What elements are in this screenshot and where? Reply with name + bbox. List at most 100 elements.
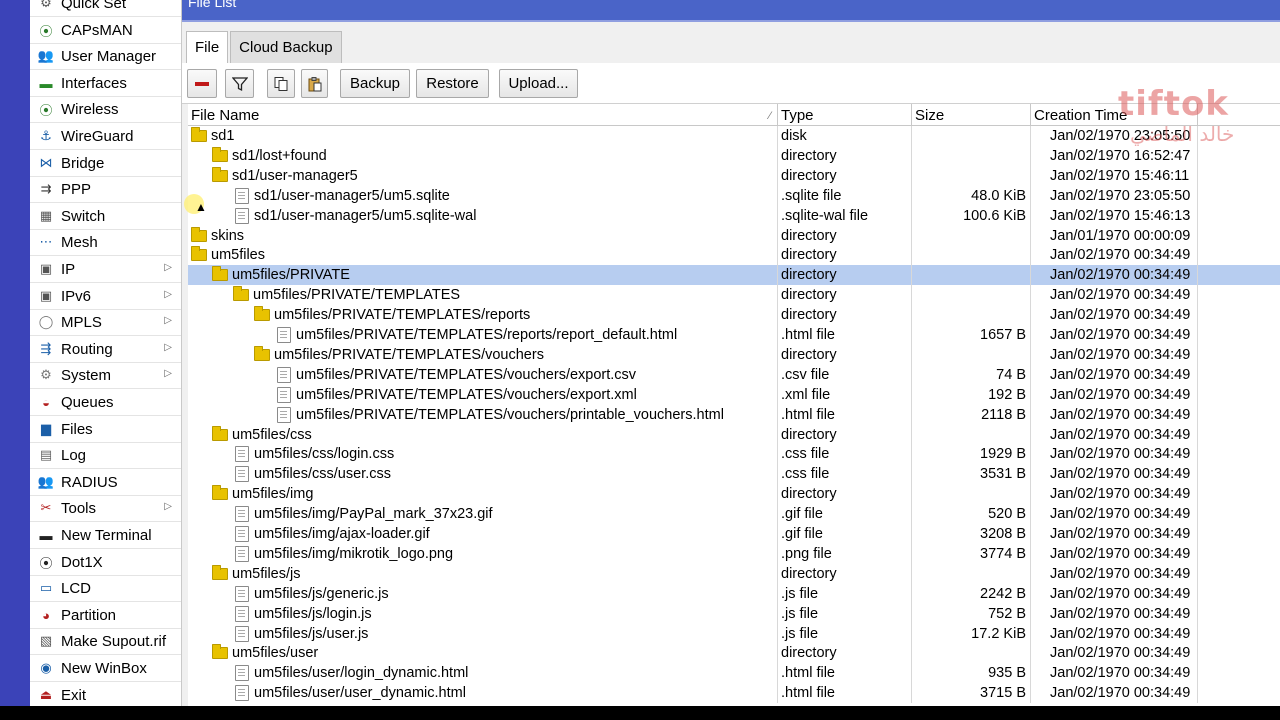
table-row[interactable]: um5files/PRIVATE/TEMPLATES/vouchers/expo… [188, 385, 1280, 405]
table-row[interactable]: sd1/user-manager5 directory Jan/02/1970 15… [188, 166, 1280, 186]
sidebar-item-label: MPLS [61, 313, 102, 331]
table-row[interactable]: um5files/PRIVATE/TEMPLATES/vouchers/prin… [188, 405, 1280, 425]
sidebar-item-mesh[interactable]: ⋯ Mesh [30, 229, 181, 255]
sidebar-item-bridge[interactable]: ⋈ Bridge [30, 150, 181, 176]
table-row[interactable]: um5files/PRIVATE/TEMPLATES/reports/repor… [188, 325, 1280, 345]
tab-cloud-backup[interactable]: Cloud Backup [230, 31, 342, 63]
user-manager-icon: 👥 [37, 48, 55, 63]
table-row[interactable]: sd1 disk Jan/02/1970 23:05:50 [188, 126, 1280, 146]
table-row[interactable]: um5files directory Jan/02/1970 00:34:49 [188, 245, 1280, 265]
cell-file-name: um5files/img/ajax-loader.gif [188, 524, 778, 544]
table-row[interactable]: um5files/js/generic.js .js file 2242 B Jan/… [188, 584, 1280, 604]
sidebar-item-ipv6[interactable]: ▣ IPv6 ▷ [30, 283, 181, 309]
file-name-wrap: um5files/js/generic.js [233, 584, 389, 604]
sidebar-item-tools[interactable]: ✂ Tools ▷ [30, 495, 181, 521]
table-row[interactable]: sd1/user-manager5/um5.sqlite .sqlite file… [188, 186, 1280, 206]
table-row[interactable]: um5files/img/PayPal_mark_37x23.gif .gif f… [188, 504, 1280, 524]
restore-button[interactable]: Restore [416, 69, 489, 98]
column-header-creation-time[interactable]: Creation Time [1031, 104, 1198, 126]
table-row[interactable]: sd1/lost+found directory Jan/02/1970 16:52… [188, 146, 1280, 166]
table-row[interactable]: um5files/user directory Jan/02/1970 00:34:… [188, 643, 1280, 663]
sidebar-item-new-terminal[interactable]: ▬ New Terminal [30, 522, 181, 548]
sidebar-item-wireguard[interactable]: ⚓ WireGuard [30, 123, 181, 149]
table-row[interactable]: um5files/css/user.css .css file 3531 B Jan/… [188, 464, 1280, 484]
file-name-wrap: sd1/user-manager5/um5.sqlite [233, 186, 450, 206]
sidebar-item-wireless[interactable]: ⦿ Wireless [30, 96, 181, 122]
sidebar-item-label: LCD [61, 579, 92, 597]
table-row[interactable]: um5files/css directory Jan/02/1970 00:34:4… [188, 425, 1280, 445]
sidebar-item-mpls[interactable]: ◯ MPLS ▷ [30, 309, 181, 335]
cell-type: directory [778, 564, 912, 584]
window-titlebar[interactable]: File List [182, 0, 1280, 22]
sidebar-item-ip[interactable]: ▣ IP ▷ [30, 256, 181, 282]
filter-button[interactable] [225, 69, 254, 98]
queues-icon: ◒ [42, 394, 50, 410]
sidebar-item-routing[interactable]: ⇶ Routing ▷ [30, 336, 181, 362]
folder-icon [254, 346, 270, 361]
sidebar-item-dot1x[interactable]: ⦿ Dot1X [30, 549, 181, 575]
file-name-wrap: um5files/user/login_dynamic.html [233, 663, 468, 683]
table-row[interactable]: um5files/js directory Jan/02/1970 00:34:49 [188, 564, 1280, 584]
table-row[interactable]: um5files/img directory Jan/02/1970 00:34:4… [188, 484, 1280, 504]
cell-spacer [1198, 425, 1280, 445]
file-name-wrap: um5files/css/login.css [233, 444, 394, 464]
sidebar-item-ppp[interactable]: ⇉ PPP [30, 176, 181, 202]
backup-button[interactable]: Backup [340, 69, 410, 98]
sidebar-item-switch[interactable]: ▦ Switch [30, 203, 181, 229]
table-row[interactable]: um5files/css/login.css .css file 1929 B Jan… [188, 444, 1280, 464]
sidebar-item-label: New WinBox [61, 659, 147, 677]
sidebar-item-log[interactable]: ▤ Log [30, 442, 181, 468]
mpls-icon: ◯ [38, 314, 54, 329]
sidebar-item-new-winbox[interactable]: ◉ New WinBox [30, 655, 181, 681]
file-icon [277, 387, 291, 403]
copy-button[interactable] [267, 69, 295, 98]
cell-size [912, 564, 1031, 584]
sidebar-item-user-manager[interactable]: 👥 User Manager [30, 43, 181, 69]
table-row[interactable]: skins directory Jan/01/1970 00:00:09 [188, 226, 1280, 246]
table-row[interactable]: um5files/user/login_dynamic.html .html fi… [188, 663, 1280, 683]
cell-spacer [1198, 405, 1280, 425]
sidebar-item-label: Bridge [61, 154, 105, 172]
sidebar-item-files[interactable]: ▆ Files [30, 416, 181, 442]
table-row[interactable]: um5files/PRIVATE/TEMPLATES/vouchers/expo… [188, 365, 1280, 385]
cell-file-name: um5files/css/user.css [188, 464, 778, 484]
tab-file[interactable]: File [186, 31, 229, 63]
table-row[interactable]: um5files/PRIVATE/TEMPLATES/vouchers direc… [188, 345, 1280, 365]
table-row[interactable]: um5files/user/user_dynamic.html .html fil… [188, 683, 1280, 703]
cell-file-name: um5files/user/user_dynamic.html [188, 683, 778, 703]
cell-type: .csv file [778, 365, 912, 385]
remove-button[interactable] [187, 69, 217, 98]
sidebar-item-system[interactable]: ⚙ System ▷ [30, 362, 181, 388]
file-icon [235, 188, 249, 204]
column-label: File Name [191, 107, 260, 124]
column-header-size[interactable]: Size [912, 104, 1031, 126]
sidebar-item-partition[interactable]: ◕ Partition [30, 602, 181, 628]
cell-creation-time: Jan/02/1970 00:34:49 [1031, 444, 1198, 464]
cell-creation-time: Jan/02/1970 00:34:49 [1031, 365, 1198, 385]
sidebar-item-lcd[interactable]: ▭ LCD [30, 575, 181, 601]
paste-button[interactable] [301, 69, 328, 98]
file-name-text: um5files/css/user.css [254, 466, 391, 482]
sidebar-item-radius[interactable]: 👥 RADIUS [30, 469, 181, 495]
upload-button[interactable]: Upload... [499, 69, 578, 98]
sidebar-item-make-supout-rif[interactable]: ▧ Make Supout.rif [30, 628, 181, 654]
sidebar-item-capsman[interactable]: ⦿ CAPsMAN [30, 17, 181, 43]
column-header-type[interactable]: Type [778, 104, 912, 126]
sidebar-item-interfaces[interactable]: ▬ Interfaces [30, 70, 181, 96]
sidebar-item-quick-set[interactable]: ⚙ Quick Set [30, 0, 181, 16]
table-row[interactable]: sd1/user-manager5/um5.sqlite-wal .sqlite-… [188, 206, 1280, 226]
table-row[interactable]: um5files/js/login.js .js file 752 B Jan/02/… [188, 604, 1280, 624]
cell-size: 752 B [912, 604, 1031, 624]
column-header-file-name[interactable]: File Name ⁄ [188, 104, 778, 126]
table-row[interactable]: um5files/PRIVATE directory Jan/02/1970 00:… [188, 265, 1280, 285]
table-row[interactable]: um5files/img/mikrotik_logo.png .png file 3… [188, 544, 1280, 564]
cell-file-name: um5files/PRIVATE/TEMPLATES/vouchers/expo… [188, 365, 778, 385]
table-row[interactable]: um5files/PRIVATE/TEMPLATES directory Jan/0… [188, 285, 1280, 305]
sidebar-item-queues[interactable]: ◒ Queues [30, 389, 181, 415]
file-name-wrap: um5files/img [212, 484, 313, 504]
sidebar-item-exit[interactable]: ⏏ Exit [30, 682, 181, 706]
table-row[interactable]: um5files/js/user.js .js file 17.2 KiB Jan/0… [188, 624, 1280, 644]
table-header: File Name ⁄ Type Size Creation Time [188, 104, 1280, 126]
table-row[interactable]: um5files/PRIVATE/TEMPLATES/reports direct… [188, 305, 1280, 325]
table-row[interactable]: um5files/img/ajax-loader.gif .gif file 320… [188, 524, 1280, 544]
